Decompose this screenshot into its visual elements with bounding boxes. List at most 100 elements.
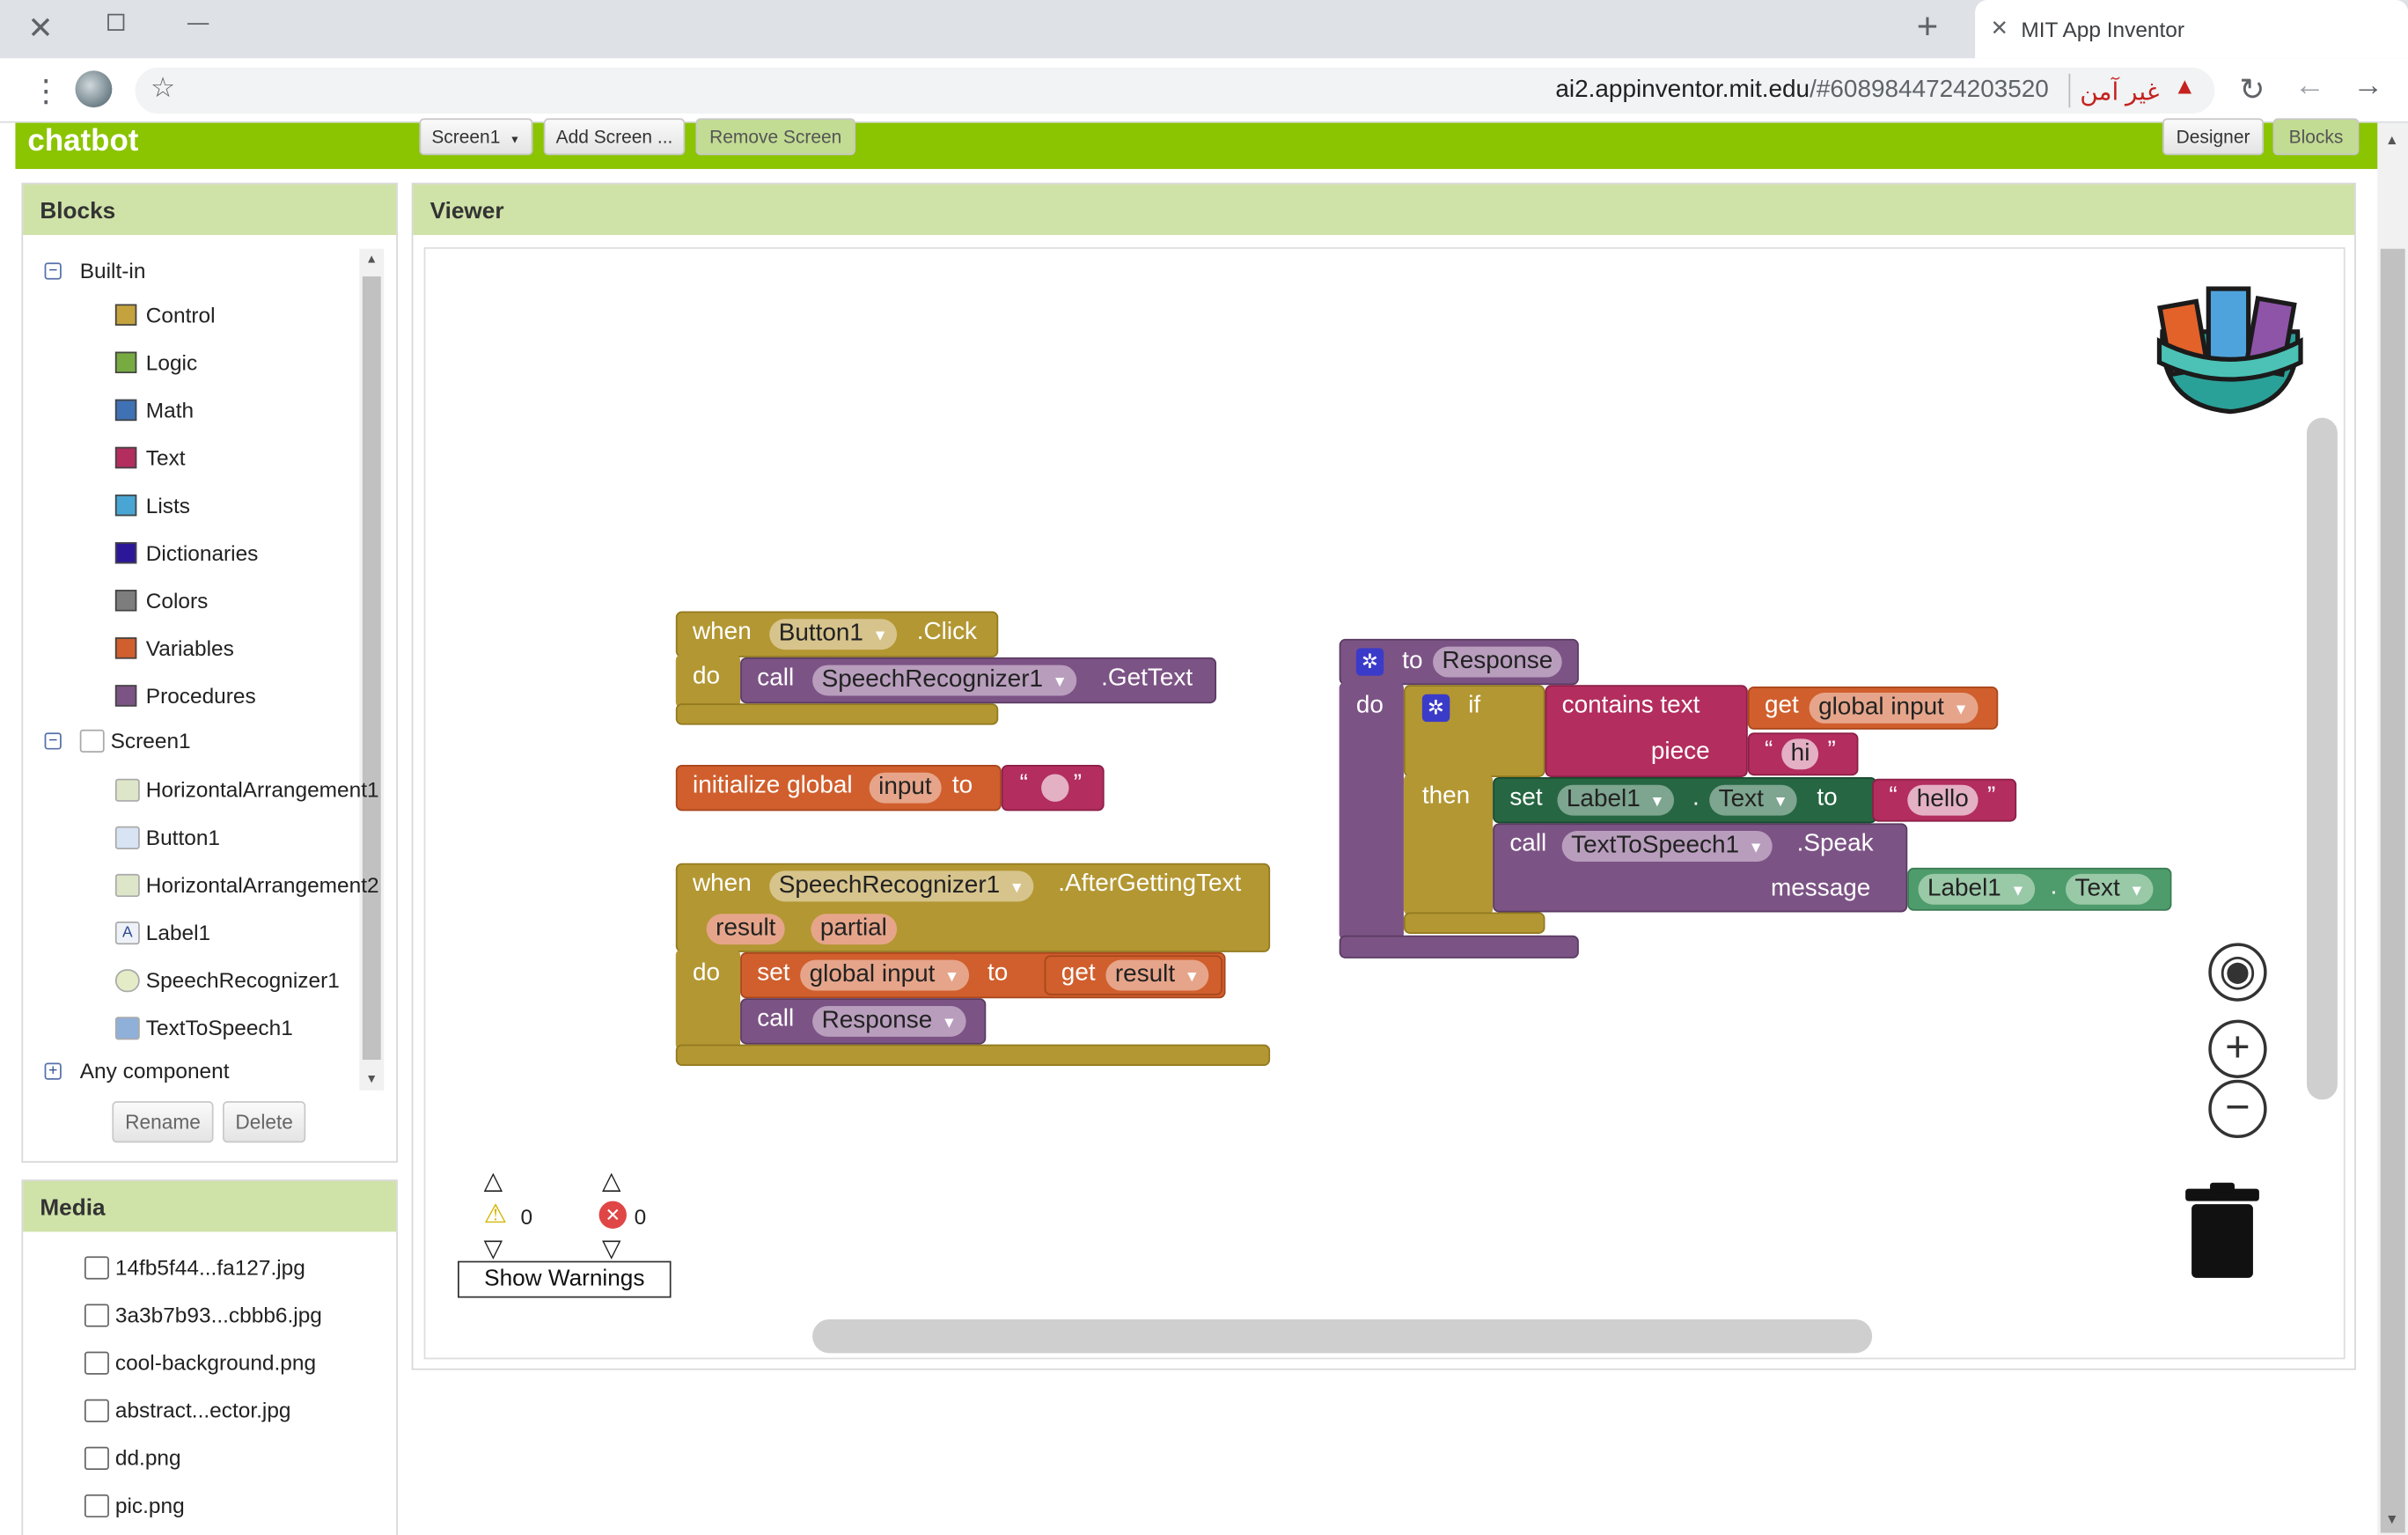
bookmark-star-icon[interactable]: ☆: [150, 72, 175, 105]
window-restore-icon[interactable]: [107, 13, 125, 31]
warning-prev-icon[interactable]: △: [484, 1165, 503, 1196]
param-partial[interactable]: partial: [811, 914, 897, 945]
gear-icon[interactable]: ✲: [1355, 648, 1384, 676]
omnibox[interactable]: ☆ ai2.appinventor.mit.edu/#6089844724203…: [135, 67, 2215, 114]
screen-select[interactable]: Screen1 ▼: [419, 118, 533, 156]
media-file[interactable]: cool-background.png: [84, 1350, 316, 1375]
menu-dots-icon[interactable]: ⋮: [31, 72, 62, 111]
media-file[interactable]: 3a3b7b93...cbbb6.jpg: [84, 1303, 322, 1327]
error-next-icon[interactable]: ▽: [602, 1233, 620, 1264]
recenter-icon[interactable]: ◉: [2208, 943, 2267, 1002]
variable-name-field[interactable]: input: [869, 772, 942, 804]
tab-close-icon[interactable]: ✕: [1991, 15, 2008, 41]
property-dropdown[interactable]: Text ▼: [2066, 873, 2154, 905]
window-minimize-icon[interactable]: [187, 23, 209, 25]
chevron-down-icon: ▼: [1052, 674, 1068, 692]
drawer-math[interactable]: Math: [114, 398, 194, 422]
show-warnings-button[interactable]: Show Warnings: [458, 1260, 672, 1298]
designer-button[interactable]: Designer: [2162, 118, 2265, 156]
tree-builtin[interactable]: − Built-in: [44, 258, 146, 283]
procedure-dropdown[interactable]: Response ▼: [812, 1005, 966, 1037]
page-scrollbar[interactable]: ▲ ▼: [2377, 122, 2408, 1535]
component-dropdown[interactable]: Button1 ▼: [769, 619, 898, 650]
drawer-lists[interactable]: Lists: [114, 493, 190, 518]
component-dropdown[interactable]: SpeechRecognizer1 ▼: [812, 665, 1077, 696]
procedure-name-field[interactable]: Response: [1433, 646, 1562, 678]
component-dropdown[interactable]: TextToSpeech1 ▼: [1561, 831, 1773, 862]
drawer-colors[interactable]: Colors: [114, 588, 208, 613]
extension-icon[interactable]: [75, 70, 113, 108]
zoom-in-icon[interactable]: +: [2208, 1019, 2267, 1078]
remove-screen-button[interactable]: Remove Screen: [695, 118, 855, 156]
text-value-field[interactable]: hello: [1907, 784, 1979, 816]
window-close-icon[interactable]: ✕: [27, 9, 53, 48]
reload-icon[interactable]: ↻: [2239, 70, 2265, 109]
media-file[interactable]: abstract...ector.jpg: [84, 1398, 291, 1422]
rename-button[interactable]: Rename: [112, 1101, 214, 1143]
media-file-name: 14fb5f44...fa127.jpg: [114, 1254, 305, 1280]
new-tab-icon[interactable]: +: [1917, 6, 1938, 49]
drawer-logic[interactable]: Logic: [114, 350, 197, 375]
media-file[interactable]: pic.png: [84, 1493, 185, 1517]
scroll-down-icon[interactable]: ▼: [2385, 1511, 2399, 1526]
blocks-scroll-thumb[interactable]: [362, 276, 381, 1061]
add-screen-button[interactable]: Add Screen ...: [543, 118, 686, 156]
tree-screen1[interactable]: − Screen1: [44, 728, 191, 753]
component-horizontalarrangement2[interactable]: HorizontalArrangement2: [114, 872, 379, 898]
component-label1[interactable]: A Label1: [114, 920, 210, 944]
param-result[interactable]: result: [706, 914, 785, 945]
variable-dropdown[interactable]: global input ▼: [800, 959, 969, 991]
expand-icon[interactable]: +: [44, 1061, 62, 1079]
component-button1[interactable]: Button1: [114, 825, 220, 849]
media-file[interactable]: 14fb5f44...fa127.jpg: [84, 1255, 305, 1280]
component-texttospeech1[interactable]: TextToSpeech1: [114, 1015, 293, 1039]
keyword-call: call: [757, 665, 795, 692]
media-file[interactable]: dd.png: [84, 1445, 181, 1470]
drawer-procedures[interactable]: Procedures: [114, 684, 256, 708]
back-icon[interactable]: ←: [2294, 70, 2325, 105]
image-file-icon: [84, 1255, 109, 1279]
error-prev-icon[interactable]: △: [602, 1165, 620, 1196]
scroll-up-icon[interactable]: ▲: [2385, 132, 2399, 147]
scroll-down-icon[interactable]: ▼: [365, 1072, 378, 1086]
component-horizontalarrangement1[interactable]: HorizontalArrangement1: [114, 777, 379, 802]
workspace-horizontal-scrollbar[interactable]: [812, 1318, 1873, 1354]
collapse-icon[interactable]: −: [44, 261, 62, 279]
error-icon: ✕: [598, 1201, 627, 1229]
forward-icon[interactable]: →: [2353, 70, 2383, 105]
message-label: message: [1770, 875, 1871, 902]
drawer-text[interactable]: Text: [114, 445, 186, 470]
gear-icon[interactable]: ✲: [1421, 694, 1450, 723]
drawer-variables[interactable]: Variables: [114, 635, 234, 660]
component-dropdown[interactable]: SpeechRecognizer1 ▼: [769, 870, 1034, 902]
warning-triangle-icon[interactable]: ▲: [2173, 74, 2196, 100]
drawer-dictionaries[interactable]: Dictionaries: [114, 540, 258, 565]
page-scroll-thumb[interactable]: [2380, 248, 2405, 1533]
backpack-icon[interactable]: [2150, 270, 2309, 418]
tab-app-inventor[interactable]: ✕ MIT App Inventor: [1975, 0, 2408, 59]
warning-next-icon[interactable]: ▽: [484, 1233, 503, 1264]
property-dropdown[interactable]: Text ▼: [1709, 784, 1798, 816]
variable-dropdown[interactable]: global input ▼: [1809, 692, 1979, 723]
empty-string-field[interactable]: [1041, 774, 1069, 802]
component-speechrecognizer1[interactable]: SpeechRecognizer1: [114, 967, 340, 992]
blocks-tree-scrollbar[interactable]: ▲ ▼: [359, 248, 385, 1091]
variable-dropdown[interactable]: result ▼: [1105, 959, 1209, 991]
zoom-out-icon[interactable]: −: [2208, 1079, 2267, 1139]
scroll-up-icon[interactable]: ▲: [365, 252, 378, 266]
keyword-get: get: [1061, 959, 1096, 987]
blocks-button[interactable]: Blocks: [2272, 118, 2360, 156]
tree-any-component[interactable]: + Any component: [44, 1058, 230, 1083]
keyword-then: then: [1421, 782, 1471, 810]
component-label: HorizontalArrangement2: [145, 872, 379, 898]
drawer-control[interactable]: Control: [114, 303, 216, 327]
chevron-down-icon: ▼: [1953, 701, 1969, 719]
workspace-vertical-scrollbar[interactable]: [2306, 417, 2338, 1100]
component-dropdown[interactable]: Label1 ▼: [1918, 873, 2036, 905]
collapse-icon[interactable]: −: [44, 731, 62, 749]
trash-icon[interactable]: [2183, 1182, 2263, 1282]
component-dropdown[interactable]: Label1 ▼: [1557, 784, 1674, 816]
text-value-field[interactable]: hi: [1781, 738, 1819, 770]
delete-button[interactable]: Delete: [223, 1101, 306, 1143]
viewer-title: Viewer: [413, 184, 2355, 235]
